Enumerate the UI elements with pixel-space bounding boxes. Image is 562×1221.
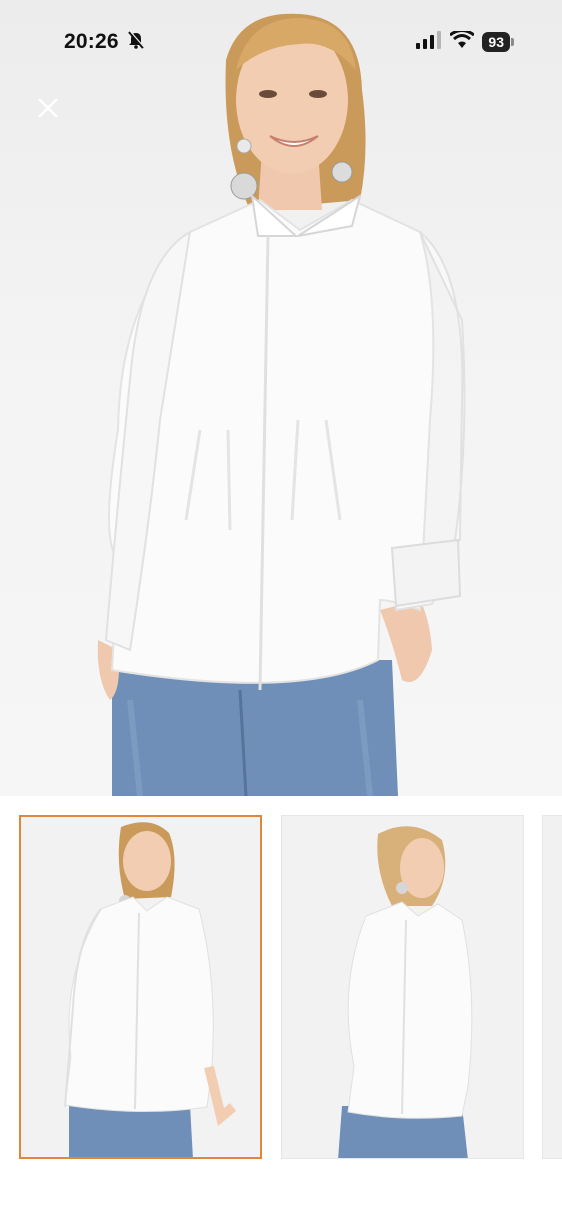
model-photo: [97, 13, 466, 796]
status-right: 93: [416, 28, 514, 54]
status-bar: 20:26 93: [0, 0, 562, 84]
thumbnail-photo-front: [21, 817, 260, 1157]
thumbnail-strip[interactable]: [0, 796, 562, 1221]
thumbnail-photo-side: [282, 816, 523, 1158]
signal-icon: [416, 30, 442, 54]
wifi-icon: [449, 28, 476, 54]
close-icon: [38, 98, 58, 118]
status-left: 20:26: [64, 30, 145, 54]
status-time: 20:26: [64, 30, 119, 53]
thumbnail-2[interactable]: [281, 815, 524, 1159]
product-main-image[interactable]: [0, 0, 562, 796]
thumbnail-3[interactable]: [542, 815, 562, 1159]
thumbnail-1[interactable]: [19, 815, 262, 1159]
battery-icon: 93: [482, 32, 514, 52]
bell-slash-icon: [127, 30, 145, 54]
close-button[interactable]: [34, 94, 62, 122]
